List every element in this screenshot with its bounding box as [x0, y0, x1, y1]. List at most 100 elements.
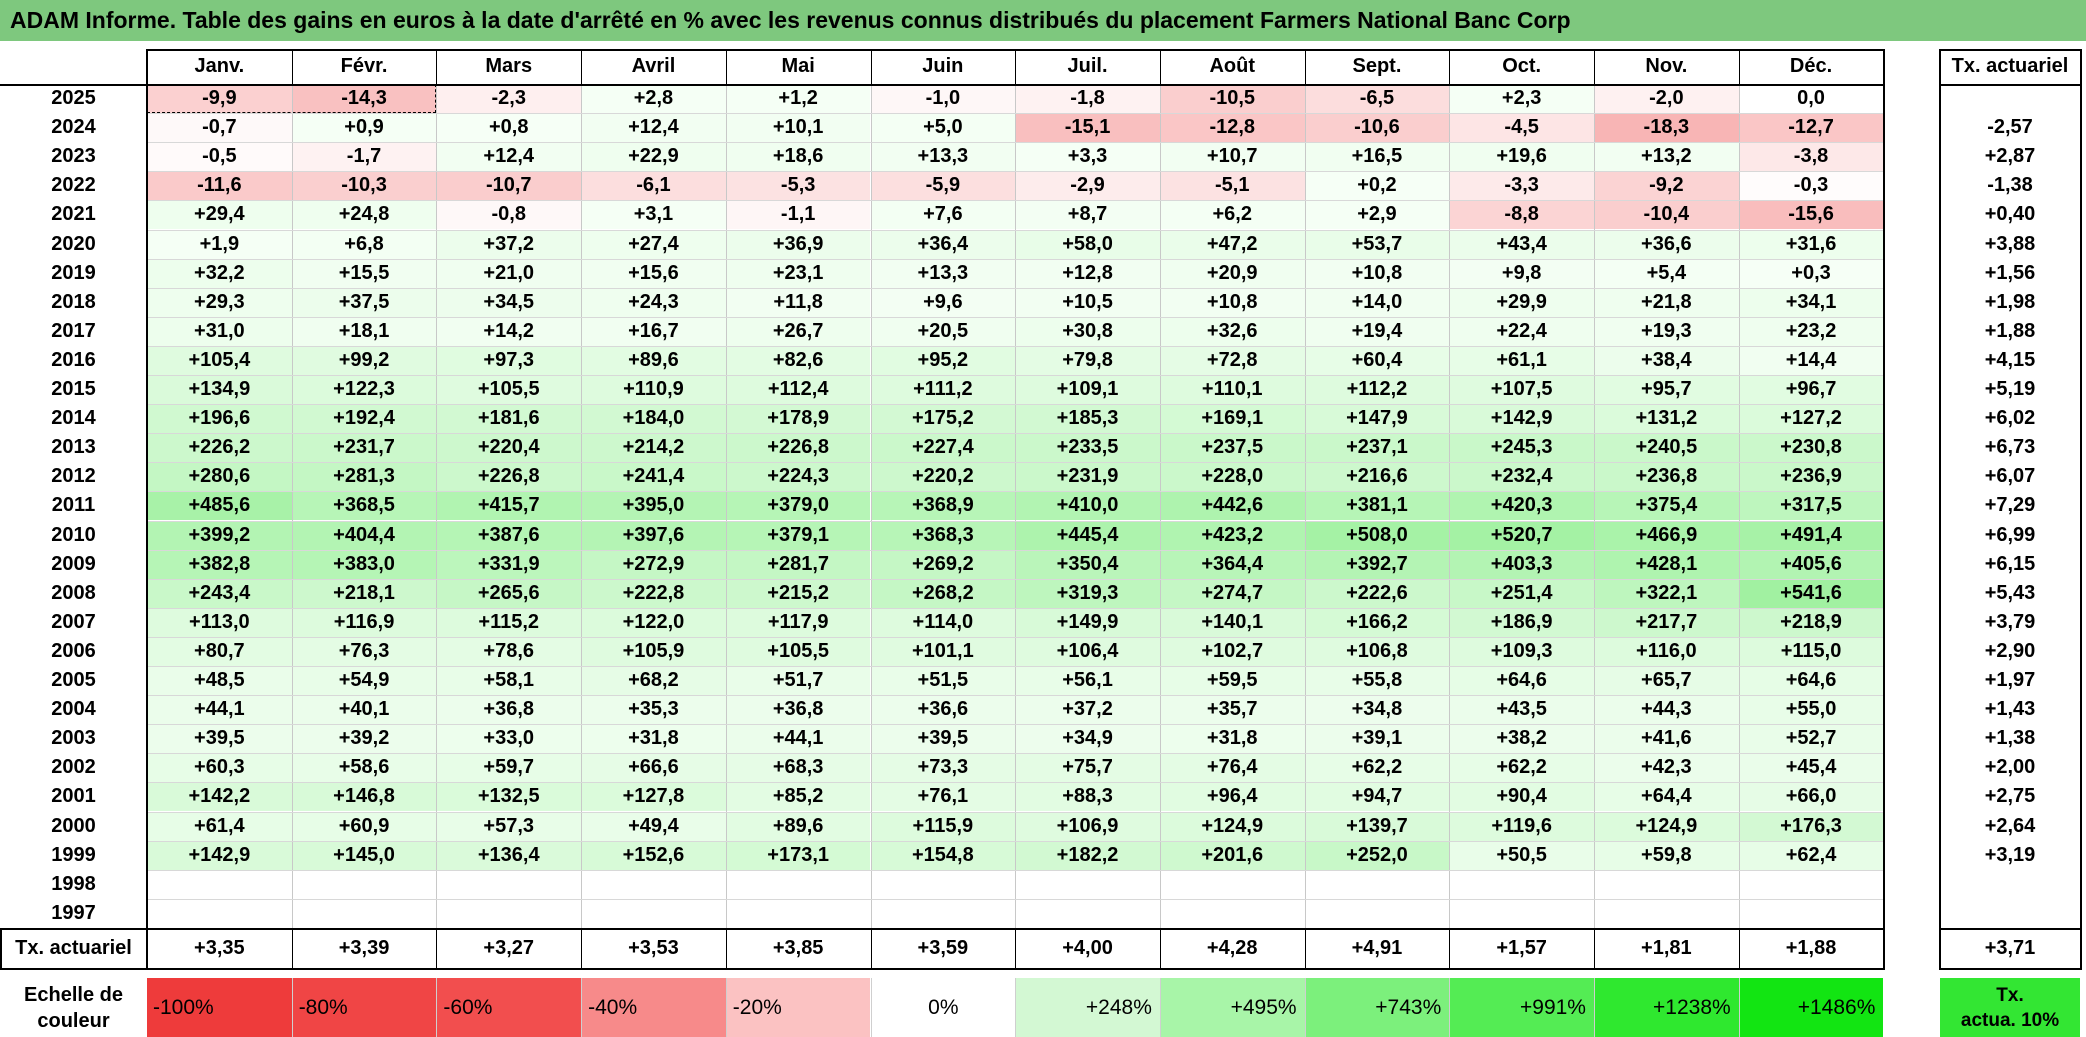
table-cell: +76,4: [1159, 753, 1305, 783]
table-cell: +215,2: [725, 578, 871, 608]
table-cell: -1,0: [870, 84, 1016, 114]
table-cell: +364,4: [1159, 549, 1305, 579]
table-cell: +241,4: [581, 462, 726, 492]
actuarial-rate-cell: +7,29: [1984, 494, 2036, 517]
table-cell: -3,8: [1738, 142, 1884, 172]
grid-line: [1304, 49, 1306, 84]
table-cell: +29,9: [1449, 287, 1594, 317]
table-cell: +39,5: [870, 724, 1016, 754]
table-cell: +382,8: [147, 549, 292, 579]
actuarial-rate-cell: +2,75: [1984, 785, 2036, 808]
table-cell: +20,5: [870, 316, 1016, 346]
month-header: Sept.: [1352, 55, 1402, 77]
color-scale-step: +743%: [1304, 978, 1450, 1037]
table-cell: -4,5: [1449, 113, 1594, 143]
table-cell: +72,8: [1159, 345, 1305, 375]
table-cell: +9,6: [870, 287, 1016, 317]
table-cell: +228,0: [1159, 462, 1305, 492]
grid-line: [147, 200, 1884, 202]
month-header: Juin: [922, 55, 964, 77]
grid-line: [725, 49, 727, 84]
table-cell: +37,2: [436, 229, 582, 259]
table-cell: +14,2: [436, 316, 582, 346]
table-cell: +186,9: [1449, 607, 1594, 637]
color-scale-step: -20%: [725, 978, 871, 1037]
table-cell: -12,8: [1159, 113, 1305, 143]
table-cell: +6,2: [1159, 200, 1305, 230]
table-cell: +9,8: [1449, 258, 1594, 288]
table-cell: +21,0: [436, 258, 582, 288]
table-cell: -0,8: [436, 200, 582, 230]
table-cell: +35,7: [1159, 695, 1305, 725]
grid-line: [0, 927, 2, 968]
table-cell: +38,4: [1594, 345, 1739, 375]
year-label: 2007: [51, 610, 96, 633]
actuarial-rate-cell: +3,88: [1984, 232, 2036, 255]
year-label: 2011: [51, 494, 96, 517]
table-cell: +375,4: [1594, 491, 1739, 521]
footer-rate-cell: +4,28: [1206, 936, 1258, 959]
table-cell: -10,3: [291, 171, 437, 201]
month-header: Mars: [485, 55, 533, 77]
table-cell: +89,6: [725, 811, 871, 841]
grid-line: [1594, 928, 1595, 968]
table-cell: +90,4: [1449, 782, 1594, 812]
grid-line: [147, 753, 1884, 755]
grid-line: [147, 171, 1884, 173]
table-cell: +27,4: [581, 229, 726, 259]
table-cell: +236,8: [1594, 462, 1739, 492]
table-cell: -5,1: [1159, 171, 1305, 201]
table-cell: +44,1: [147, 695, 292, 725]
month-header: Juil.: [1067, 55, 1108, 77]
table-cell: +85,2: [725, 782, 871, 812]
table-cell: +36,8: [725, 695, 871, 725]
footer-rate-cell: +3,35: [194, 936, 245, 959]
table-cell: +13,3: [870, 258, 1016, 288]
table-cell: +154,8: [870, 840, 1016, 870]
color-scale-step: +1486%: [1738, 978, 1884, 1037]
actuarial-rate-cell: [1940, 870, 2080, 899]
month-header: Févr.: [340, 55, 388, 77]
table-cell: +423,2: [1159, 520, 1305, 550]
year-label: 2002: [51, 756, 96, 779]
table-cell: -1,1: [725, 200, 871, 230]
table-cell: +11,8: [725, 287, 871, 317]
table-cell: +31,0: [147, 316, 292, 346]
grid-line: [870, 84, 872, 928]
table-cell: +34,8: [1304, 695, 1450, 725]
table-cell: -5,3: [725, 171, 871, 201]
table-cell: +220,2: [870, 462, 1016, 492]
table-cell: +272,9: [581, 549, 726, 579]
table-cell: +181,6: [436, 404, 582, 434]
actuarial-rate-cell: +1,97: [1984, 669, 2036, 692]
table-cell: +127,2: [1738, 404, 1884, 434]
table-cell: +383,0: [291, 549, 437, 579]
table-cell: +34,9: [1015, 724, 1160, 754]
table-cell: +24,8: [291, 200, 437, 230]
table-cell: +220,4: [436, 433, 582, 463]
actuarial-rate-cell: +2,87: [1984, 145, 2036, 168]
table-cell: [1159, 869, 1305, 899]
month-header: Nov.: [1645, 55, 1688, 77]
month-header: Oct.: [1502, 55, 1542, 77]
table-cell: +10,7: [1159, 142, 1305, 172]
table-cell: [1594, 869, 1739, 899]
table-cell: +40,1: [291, 695, 437, 725]
table-cell: +82,6: [725, 345, 871, 375]
grid-line: [147, 113, 1884, 115]
table-cell: +59,7: [436, 753, 582, 783]
table-cell: +80,7: [147, 636, 292, 666]
grid-line: [147, 404, 1884, 406]
year-label: 2016: [51, 348, 96, 371]
table-cell: -6,1: [581, 171, 726, 201]
table-cell: +201,6: [1159, 840, 1305, 870]
table-cell: +95,7: [1594, 375, 1739, 405]
table-cell: +39,1: [1304, 724, 1450, 754]
table-cell: +36,4: [870, 229, 1016, 259]
table-cell: +34,5: [436, 287, 582, 317]
table-cell: +106,9: [1015, 811, 1160, 841]
grid-line: [0, 84, 1886, 86]
table-cell: +89,6: [581, 345, 726, 375]
table-cell: +405,6: [1738, 549, 1884, 579]
table-cell: +12,4: [581, 113, 726, 143]
